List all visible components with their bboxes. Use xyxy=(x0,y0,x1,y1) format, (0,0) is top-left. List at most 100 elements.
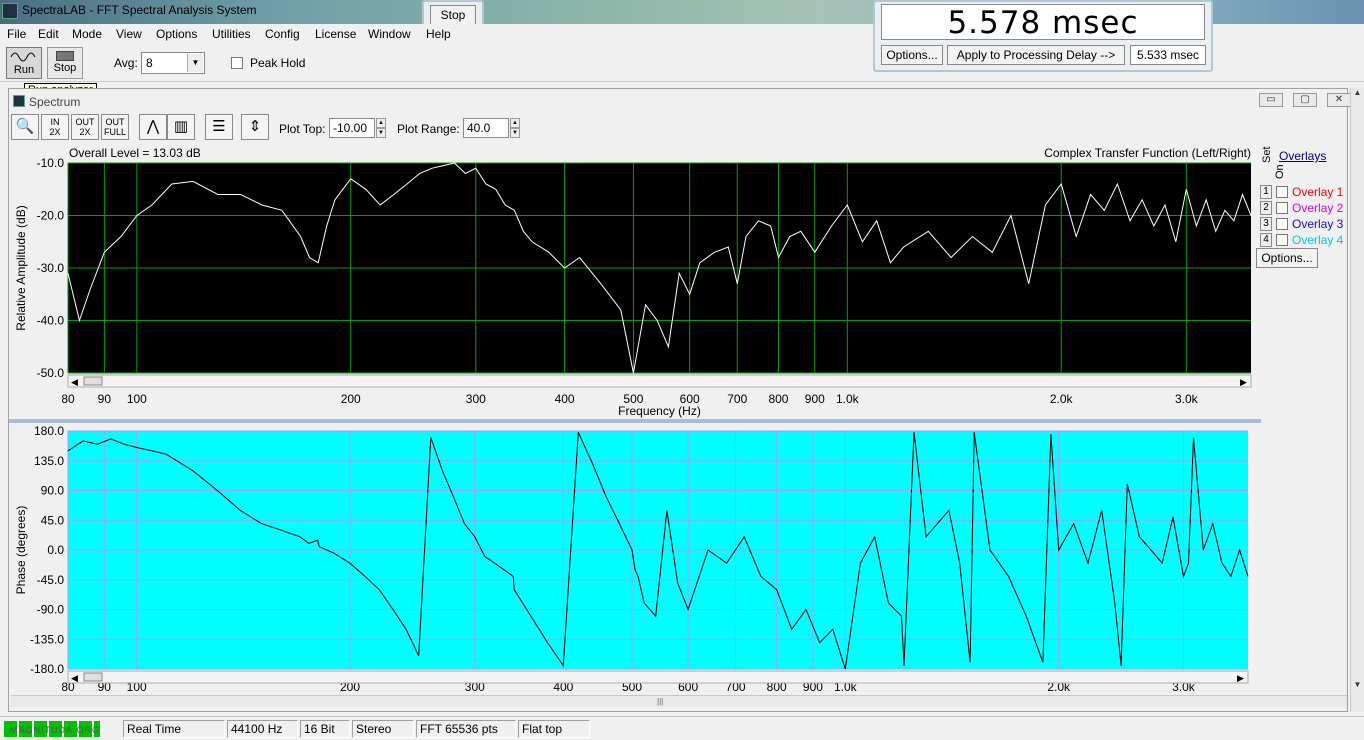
delay-value-field[interactable]: 5.533 msec xyxy=(1130,45,1206,65)
table-icon[interactable]: ☰ xyxy=(205,114,233,140)
overall-level-label: Overall Level = 13.03 dB xyxy=(69,146,201,160)
overlay-set-button-4[interactable]: 4 xyxy=(1260,233,1272,247)
scroll-down-icon[interactable]: ▼ xyxy=(1351,680,1364,692)
chart-scroll-right-icon[interactable]: ▶ xyxy=(1240,377,1247,387)
scale-icon[interactable]: ⇕ xyxy=(241,114,269,140)
zoom-icon[interactable]: 🔍 xyxy=(11,114,39,140)
sine-wave-icon xyxy=(10,52,36,62)
y-tick-label: -50.0 xyxy=(37,366,65,380)
plot-top-up-icon[interactable]: ▲ xyxy=(376,118,386,128)
x-tick-label: 2.0k xyxy=(1050,392,1074,406)
close-icon[interactable]: ✕ xyxy=(1327,93,1351,107)
zoom-full-icon[interactable]: OUT FULL xyxy=(101,114,129,140)
plot-range-up-icon[interactable]: ▲ xyxy=(510,118,520,128)
chart-scrollbar[interactable] xyxy=(67,374,1252,388)
menu-file[interactable]: File xyxy=(7,27,26,41)
restore-icon[interactable]: ▢ xyxy=(1293,93,1317,107)
y-tick-label: -45.0 xyxy=(37,573,65,587)
chart-scroll-thumb[interactable] xyxy=(83,376,103,386)
y-tick-label: -10.0 xyxy=(37,156,65,170)
chart-scrollbar[interactable] xyxy=(67,670,1249,684)
y-tick-label: 180.0 xyxy=(34,424,64,438)
zoom-out-2x-icon[interactable]: OUT 2X xyxy=(71,114,99,140)
delay-panel: 5.578 msec Options... Apply to Processin… xyxy=(873,0,1213,72)
vertical-scrollbar[interactable]: ▲ ▼ xyxy=(1350,88,1364,712)
popup-stop-button[interactable]: Stop xyxy=(430,5,476,25)
peak-hold-checkbox[interactable] xyxy=(231,57,243,69)
x-tick-label: 80 xyxy=(61,392,75,406)
overlay-label-4: Overlay 4 xyxy=(1292,233,1344,247)
y-tick-label: -20.0 xyxy=(37,209,65,223)
status-fft-size: FFT 65536 pts xyxy=(416,720,516,738)
chart-scroll-right-icon[interactable]: ▶ xyxy=(1237,673,1244,683)
y-tick-label: -30.0 xyxy=(37,261,65,275)
x-tick-label: 1.0k xyxy=(836,392,860,406)
delay-options-button[interactable]: Options... xyxy=(881,45,943,65)
magnitude-chart: 80 90 100 200 300 400 500 600 700 800 900 1.0k 2.0k 3… xyxy=(14,146,1252,418)
overlay-on-checkbox-4[interactable] xyxy=(1276,234,1288,246)
stop-button[interactable]: Stop xyxy=(47,47,83,79)
apply-delay-button[interactable]: Apply to Processing Delay --> xyxy=(947,45,1125,65)
plot-range-down-icon[interactable]: ▼ xyxy=(510,128,520,138)
y-axis-label: Phase (degrees) xyxy=(14,506,28,595)
zoom-in-2x-icon[interactable]: IN 2X xyxy=(41,114,69,140)
chart-scroll-left-icon[interactable]: ◀ xyxy=(71,377,78,387)
plot-top-input[interactable]: -10.00 xyxy=(329,118,375,138)
overlay-options-button[interactable]: Options... xyxy=(1256,248,1318,268)
x-tick-label: 100 xyxy=(127,392,147,406)
overlay-set-button-1[interactable]: 1 xyxy=(1260,185,1272,199)
menu-mode[interactable]: Mode xyxy=(72,27,102,41)
plot-range-label: Plot Range: xyxy=(397,122,460,136)
horizontal-scrollbar[interactable]: ||| xyxy=(11,695,1347,707)
chevron-down-icon[interactable]: ▼ xyxy=(187,54,203,72)
menu-view[interactable]: View xyxy=(116,27,142,41)
menu-help[interactable]: Help xyxy=(426,27,451,41)
status-watermark: MAGNITUDA.ORG xyxy=(10,725,101,735)
status-bar: MAGNITUDA.ORG Real Time 44100 Hz 16 Bit … xyxy=(0,716,1364,740)
y-tick-label: -135.0 xyxy=(30,632,64,646)
status-bit-depth: 16 Bit xyxy=(300,720,350,738)
y-tick-label: 0.0 xyxy=(47,543,64,557)
chart-scroll-left-icon[interactable]: ◀ xyxy=(71,673,78,683)
overlay-set-button-3[interactable]: 3 xyxy=(1260,217,1272,231)
plot-range-input[interactable]: 40.0 xyxy=(463,118,509,138)
overlay-label-3: Overlay 3 xyxy=(1292,217,1344,231)
x-tick-label: 300 xyxy=(466,392,486,406)
menu-options[interactable]: Options xyxy=(156,27,197,41)
minimize-icon[interactable]: ▭ xyxy=(1259,93,1283,107)
scroll-grip-icon[interactable]: ||| xyxy=(657,697,667,706)
status-channels: Stereo xyxy=(352,720,414,738)
overlay-set-button-2[interactable]: 2 xyxy=(1260,201,1272,215)
x-tick-label: 700 xyxy=(727,392,747,406)
peak-icon[interactable]: ⋀ xyxy=(139,114,167,140)
peak-hold-label: Peak Hold xyxy=(250,56,306,70)
avg-value: 8 xyxy=(146,56,153,70)
app-title: SpectraLAB - FFT Spectral Analysis Syste… xyxy=(22,3,257,17)
plot-top-down-icon[interactable]: ▼ xyxy=(376,128,386,138)
avg-select[interactable]: 8 ▼ xyxy=(141,52,205,74)
scroll-up-icon[interactable]: ▲ xyxy=(1351,88,1364,100)
x-axis-label: Frequency (Hz) xyxy=(618,404,701,418)
spectrum-icon xyxy=(13,95,25,107)
bars-icon[interactable]: ▥ xyxy=(167,114,195,140)
avg-label: Avg: xyxy=(114,56,138,70)
y-tick-label: -40.0 xyxy=(37,314,65,328)
overlays-on-label: On xyxy=(1274,164,1286,179)
menu-utilities[interactable]: Utilities xyxy=(212,27,251,41)
overlay-on-checkbox-3[interactable] xyxy=(1276,218,1288,230)
status-mode: Real Time xyxy=(123,720,225,738)
menu-license[interactable]: License xyxy=(315,27,356,41)
y-tick-label: -90.0 xyxy=(37,603,65,617)
function-label: Complex Transfer Function (Left/Right) xyxy=(1044,146,1251,160)
menu-config[interactable]: Config xyxy=(265,27,300,41)
overlays-title[interactable]: Overlays xyxy=(1279,149,1326,163)
overlay-on-checkbox-1[interactable] xyxy=(1276,186,1288,198)
x-tick-label: 3.0k xyxy=(1175,392,1199,406)
chart-scroll-thumb[interactable] xyxy=(83,672,103,682)
overlay-on-checkbox-2[interactable] xyxy=(1276,202,1288,214)
status-window: Flat top xyxy=(518,720,590,738)
run-button[interactable]: Run xyxy=(6,47,42,79)
spectrum-window: Spectrum ▭ ▢ ✕ 🔍 IN 2X OUT 2X OUT FULL ⋀ ▥ ☰ ⇕ … xyxy=(8,88,1351,712)
menu-window[interactable]: Window xyxy=(368,27,411,41)
menu-edit[interactable]: Edit xyxy=(38,27,59,41)
